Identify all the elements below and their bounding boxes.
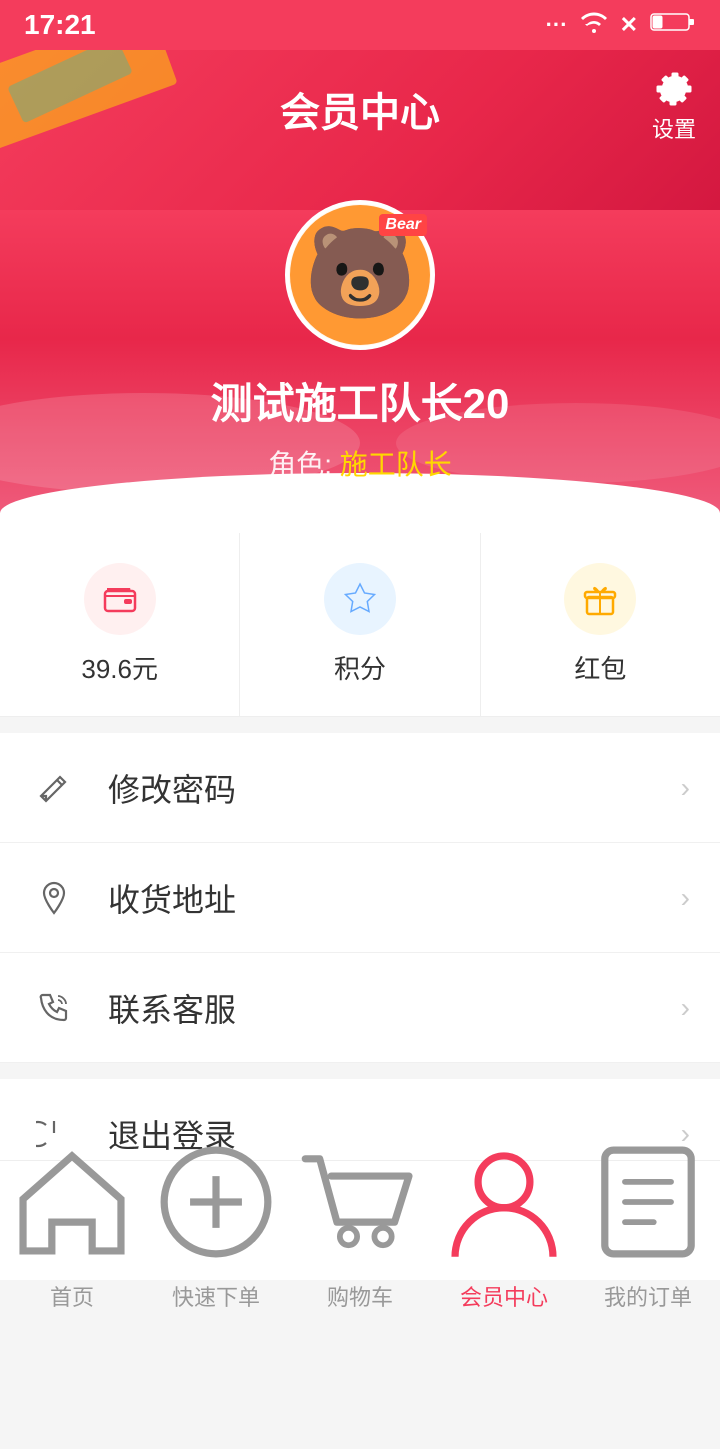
menu-item-shipping-address[interactable]: 收货地址 ›: [0, 843, 720, 953]
arrow-icon-2: ›: [681, 992, 690, 1024]
orders-icon: [576, 1130, 720, 1274]
page-title: 会员中心: [24, 80, 696, 138]
shipping-address-label: 收货地址: [108, 875, 681, 921]
menu-item-change-password[interactable]: 修改密码 ›: [0, 733, 720, 843]
username-display: 测试施工队长20: [0, 370, 720, 431]
wifi-icon: [580, 11, 608, 39]
signal-icon: ···: [546, 12, 568, 38]
member-icon: [432, 1130, 576, 1274]
settings-label: 设置: [652, 112, 696, 144]
arrow-icon-0: ›: [681, 772, 690, 804]
profile-section: 🐻 Bear 测试施工队长20 角色: 施工队长: [0, 210, 720, 533]
role-label: 角色:: [268, 449, 332, 480]
arrow-icon-1: ›: [681, 882, 690, 914]
status-icons: ··· ✕: [546, 11, 696, 39]
menu-item-contact-support[interactable]: 联系客服 ›: [0, 953, 720, 1063]
stat-redpack[interactable]: 红包: [481, 533, 720, 716]
points-label: 积分: [334, 649, 386, 686]
stat-points[interactable]: 积分: [240, 533, 480, 716]
bear-label: Bear: [379, 214, 427, 236]
location-icon: [30, 874, 78, 922]
home-icon: [0, 1130, 144, 1274]
role-value: 施工队长: [340, 449, 452, 480]
stats-bar: 39.6元 积分 红包: [0, 533, 720, 717]
page-header: 会员中心 设置: [0, 50, 720, 210]
stat-wallet[interactable]: 39.6元: [0, 533, 240, 716]
bear-emoji: 🐻: [304, 220, 416, 325]
gear-icon: [652, 66, 696, 110]
battery-icon: [650, 11, 696, 39]
change-password-label: 修改密码: [108, 765, 681, 811]
avatar-container: 🐻 Bear: [285, 200, 435, 350]
wallet-amount: 39.6元: [81, 649, 158, 686]
contact-support-label: 联系客服: [108, 985, 681, 1031]
time-display: 17:21: [24, 9, 96, 41]
nav-spacer: [0, 1329, 720, 1449]
settings-button[interactable]: 设置: [652, 66, 696, 144]
edit-icon: [30, 764, 78, 812]
menu-list: 修改密码 › 收货地址 › 联系客服 ›: [0, 733, 720, 1063]
gift-icon: [582, 581, 618, 617]
status-bar: 17:21 ··· ✕: [0, 0, 720, 50]
star-icon: [342, 581, 378, 617]
gift-icon-bg: [564, 563, 636, 635]
phone-icon: [30, 984, 78, 1032]
bottom-navigation: 首页 快速下单 购物车 会员中心 我的订单: [0, 1160, 720, 1280]
role-line: 角色: 施工队长: [0, 443, 720, 483]
quick-order-icon: [144, 1130, 288, 1274]
cart-icon: [288, 1130, 432, 1274]
star-icon-bg: [324, 563, 396, 635]
wallet-icon: [102, 581, 138, 617]
wallet-icon-bg: [84, 563, 156, 635]
close-box-icon: ✕: [620, 12, 638, 38]
redpack-label: 红包: [574, 649, 626, 686]
